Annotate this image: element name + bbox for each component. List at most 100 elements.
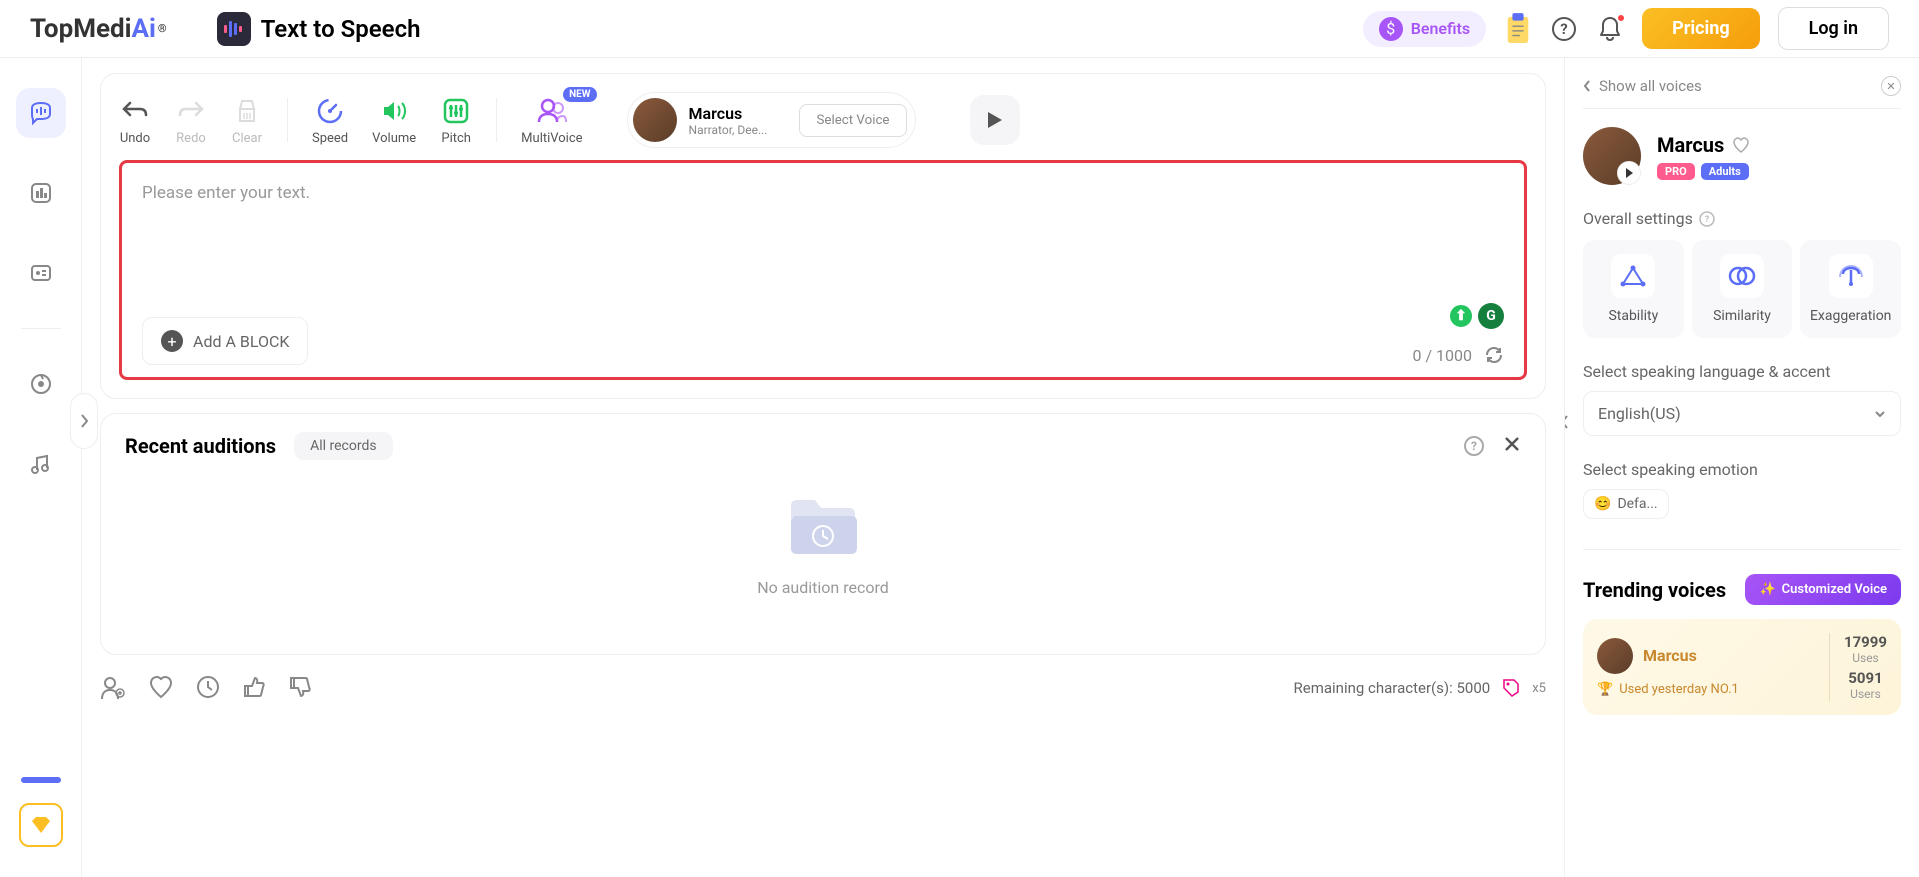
multivoice-button[interactable]: NEW MultiVoice: [521, 95, 582, 146]
clipboard-icon[interactable]: [1504, 15, 1532, 43]
tag-icon[interactable]: [1502, 678, 1520, 698]
clear-label: Clear: [232, 131, 262, 146]
adults-badge: Adults: [1701, 163, 1749, 180]
close-panel-icon[interactable]: ✕: [1881, 76, 1901, 96]
speed-button[interactable]: Speed: [312, 95, 348, 146]
trending-title: Trending voices: [1583, 578, 1726, 602]
editor-placeholder: Please enter your text.: [142, 183, 1504, 203]
language-select[interactable]: English(US): [1583, 391, 1901, 436]
users-count: 5091: [1848, 669, 1882, 687]
trending-voice-card[interactable]: Marcus 🏆 Used yesterday NO.1 17999 Uses …: [1583, 619, 1901, 715]
heart-icon[interactable]: [148, 675, 174, 699]
app-title: Text to Speech: [217, 12, 421, 46]
emoji-icon: 😊: [1594, 496, 1611, 512]
overall-settings-title: Overall settings ?: [1583, 209, 1901, 228]
all-records-button[interactable]: All records: [294, 432, 393, 460]
users-label: Users: [1850, 687, 1881, 701]
emotion-value: Defa...: [1617, 496, 1657, 512]
undo-label: Undo: [120, 131, 150, 146]
voice-panel-avatar[interactable]: [1583, 127, 1641, 185]
stability-label: Stability: [1608, 308, 1658, 324]
toolbar-separator-2: [496, 98, 497, 142]
play-button[interactable]: [970, 95, 1020, 145]
clear-button[interactable]: Clear: [231, 95, 263, 146]
help-icon[interactable]: ?: [1550, 15, 1578, 43]
redo-label: Redo: [176, 131, 206, 146]
char-count: 0 / 1000: [1413, 346, 1473, 365]
notification-icon[interactable]: [1596, 15, 1624, 43]
svg-text:?: ?: [1560, 20, 1567, 38]
voice-selector[interactable]: Marcus Narrator, Dee... Select Voice: [627, 92, 916, 148]
voice-preview-play-icon[interactable]: [1617, 161, 1641, 185]
multiplier: x5: [1532, 681, 1546, 696]
sidebar-item-5[interactable]: [16, 439, 66, 489]
logo-ai: Ai: [132, 14, 156, 44]
voice-avatar: [633, 98, 677, 142]
benefits-button[interactable]: $ Benefits: [1363, 11, 1486, 47]
panel-voice-name: Marcus: [1657, 133, 1724, 157]
remaining-chars: Remaining character(s): 5000: [1294, 679, 1491, 697]
auditions-title: Recent auditions: [125, 434, 276, 458]
favorite-heart-icon[interactable]: [1732, 137, 1750, 153]
logo[interactable]: TopMediAi®: [30, 14, 167, 44]
dollar-icon: $: [1379, 17, 1403, 41]
add-block-button[interactable]: + Add A BLOCK: [142, 317, 308, 365]
similarity-label: Similarity: [1713, 308, 1771, 324]
new-badge: NEW: [563, 87, 596, 102]
settings-help-icon[interactable]: ?: [1699, 211, 1715, 227]
history-icon[interactable]: [196, 675, 220, 699]
sidebar-item-4[interactable]: [16, 359, 66, 409]
language-value: English(US): [1598, 404, 1681, 423]
chevron-down-icon: [1874, 410, 1886, 418]
grammarly-icon-1[interactable]: ⬆: [1448, 303, 1474, 329]
grammarly-icon-2[interactable]: G: [1478, 303, 1504, 329]
language-section-title: Select speaking language & accent: [1583, 362, 1901, 381]
redo-button[interactable]: Redo: [175, 95, 207, 146]
volume-button[interactable]: Volume: [372, 95, 416, 146]
expand-sidebar-button[interactable]: [70, 393, 98, 449]
similarity-setting[interactable]: Similarity: [1692, 240, 1793, 338]
thumbs-down-icon[interactable]: [288, 675, 312, 699]
pitch-button[interactable]: Pitch: [440, 95, 472, 146]
stability-setting[interactable]: Stability: [1583, 240, 1684, 338]
emotion-select[interactable]: 😊 Defa...: [1583, 489, 1669, 519]
trending-sub-text: Used yesterday NO.1: [1619, 682, 1739, 697]
login-button[interactable]: Log in: [1778, 7, 1889, 50]
add-block-label: Add A BLOCK: [193, 332, 289, 351]
customized-voice-button[interactable]: ✨ Customized Voice: [1745, 574, 1901, 605]
sidebar-item-3[interactable]: [16, 248, 66, 298]
voice-add-icon[interactable]: [100, 675, 126, 701]
thumbs-up-icon[interactable]: [242, 675, 266, 699]
registered-mark: ®: [158, 22, 167, 35]
speed-label: Speed: [312, 131, 348, 146]
volume-label: Volume: [372, 131, 416, 146]
trending-avatar: [1597, 638, 1633, 674]
sidebar-indicator: [21, 777, 61, 783]
pricing-button[interactable]: Pricing: [1642, 8, 1759, 49]
multivoice-label: MultiVoice: [521, 131, 582, 146]
trophy-icon: 🏆: [1597, 682, 1613, 697]
exaggeration-setting[interactable]: Exaggeration: [1800, 240, 1901, 338]
exaggeration-label: Exaggeration: [1810, 308, 1891, 324]
benefits-label: Benefits: [1411, 19, 1470, 38]
app-icon: [217, 12, 251, 46]
undo-button[interactable]: Undo: [119, 95, 151, 146]
sparkle-icon: ✨: [1759, 582, 1775, 597]
auditions-help-icon[interactable]: ?: [1463, 435, 1485, 457]
emotion-section-title: Select speaking emotion: [1583, 460, 1901, 479]
auditions-close-icon[interactable]: [1503, 435, 1521, 453]
sidebar-premium[interactable]: [19, 803, 63, 847]
logo-text: TopMedi: [30, 14, 132, 44]
trending-voice-name: Marcus: [1643, 646, 1697, 665]
sidebar-item-2[interactable]: [16, 168, 66, 218]
pro-badge: PRO: [1657, 163, 1695, 180]
text-editor[interactable]: Please enter your text. ⬆ G + Add A BLOC…: [119, 160, 1527, 380]
sidebar-tts[interactable]: [16, 88, 66, 138]
collapse-panel-button[interactable]: [1564, 398, 1577, 446]
select-voice-button[interactable]: Select Voice: [799, 104, 906, 137]
show-all-voices[interactable]: Show all voices ✕: [1583, 76, 1901, 109]
refresh-icon[interactable]: [1484, 345, 1504, 365]
folder-empty-icon: [783, 490, 863, 560]
plus-icon: +: [161, 330, 183, 352]
uses-label: Uses: [1852, 651, 1879, 665]
